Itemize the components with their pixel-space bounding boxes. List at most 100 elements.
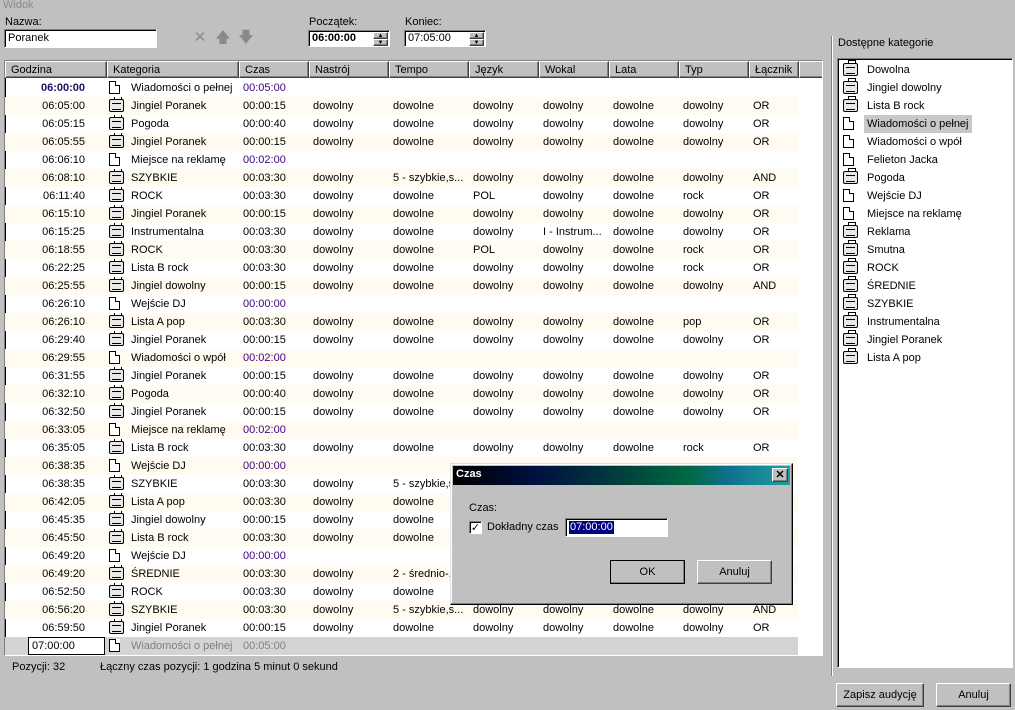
column-header-lata[interactable]: Lata [609, 61, 679, 78]
list-item-label: Miejsce na reklamę [867, 208, 962, 220]
table-row[interactable]: 06:05:55 Jingiel Poranek 00:00:15 dowolny do… [5, 133, 798, 151]
document-icon [109, 547, 125, 565]
arrow-down-icon[interactable]: 🡇 [238, 30, 254, 46]
start-time-spinner[interactable]: 06:00:00 ▲ ▼ [308, 30, 390, 47]
column-header-jezyk[interactable]: Język [469, 61, 539, 78]
table-row[interactable]: 06:31:55 Jingiel Poranek 00:00:15 dowolny do… [5, 367, 798, 385]
cell-type: rock [683, 190, 704, 202]
column-header-typ[interactable]: Typ [679, 61, 749, 78]
radio-icon [109, 565, 125, 583]
save-button[interactable]: Zapisz audycję [836, 683, 924, 707]
cell-tempo: dowolne [393, 442, 434, 454]
cell-time: 06:26:10 [42, 298, 85, 310]
cell-connector: OR [753, 136, 770, 148]
list-item-label: Jingiel Poranek [867, 334, 943, 346]
table-row[interactable]: 06:25:55 Jingiel dowolny 00:00:15 dowolny do… [5, 277, 798, 295]
cell-category: SZYBKIE [131, 172, 178, 184]
cell-tempo: dowolne [393, 388, 434, 400]
end-label: Koniec: [405, 16, 442, 28]
cell-vocal: dowolny [543, 406, 584, 418]
cell-vocal: dowolny [543, 262, 584, 274]
cell-mood: dowolny [313, 478, 354, 490]
cell-vocal: dowolny [543, 280, 584, 292]
table-row[interactable]: 06:59:50 Jingiel Poranek 00:00:15 dowolny do… [5, 619, 798, 637]
cell-time: 06:49:20 [42, 550, 85, 562]
table-row[interactable]: 06:15:25 Instrumentalna 00:03:30 dowolny dow… [5, 223, 798, 241]
cell-time: 06:15:25 [42, 226, 85, 238]
cell-mood: dowolny [313, 532, 354, 544]
arrow-up-icon[interactable]: 🡅 [215, 30, 231, 46]
cell-duration: 00:03:30 [243, 442, 286, 454]
new-row-time-input[interactable]: 07:00:00 [28, 637, 105, 655]
cell-category: Jingiel Poranek [131, 334, 207, 346]
cell-time: 06:05:00 [42, 100, 85, 112]
cell-category: Jingiel Poranek [131, 208, 207, 220]
table-row[interactable]: 06:26:10 Lista A pop 00:03:30 dowolny dowoln… [5, 313, 798, 331]
table-row[interactable]: 06:35:05 Lista B rock 00:03:30 dowolny dowol… [5, 439, 798, 457]
table-row[interactable]: 06:08:10 SZYBKIE 00:03:30 dowolny 5 - szybki… [5, 169, 798, 187]
dialog-ok-button[interactable]: OK [610, 560, 685, 584]
cell-language [473, 421, 537, 439]
table-row[interactable]: 06:22:25 Lista B rock 00:03:30 dowolny dowol… [5, 259, 798, 277]
column-header-nastroj[interactable]: Nastrój [309, 61, 389, 78]
start-spin-down-icon[interactable]: ▼ [373, 39, 388, 46]
categories-title: Dostępne kategorie [838, 37, 934, 49]
column-header-lacznik[interactable]: Łącznik [749, 61, 799, 78]
exact-time-input[interactable]: 07:00:00 [565, 518, 668, 537]
end-spin-up-icon[interactable]: ▲ [469, 32, 484, 39]
table-row[interactable]: 06:26:10 Wejście DJ 00:00:00 [5, 295, 798, 313]
cell-type [683, 349, 747, 367]
column-header-kategoria[interactable]: Kategoria [107, 61, 239, 78]
cell-time: 06:45:35 [42, 514, 85, 526]
cell-duration: 00:00:40 [243, 388, 286, 400]
start-spin-buttons: ▲ ▼ [373, 32, 388, 46]
list-item-label: Wiadomości o pełnej [864, 115, 972, 133]
cell-type: dowolny [683, 334, 724, 346]
cell-mood: dowolny [313, 406, 354, 418]
table-row[interactable]: 06:32:10 Pogoda 00:00:40 dowolny dowolne dowo… [5, 385, 798, 403]
cell-connector: OR [753, 100, 770, 112]
categories-list[interactable]: Dowolna Jingiel dowolny Lista B rock Wiadom… [837, 58, 1013, 668]
end-spin-down-icon[interactable]: ▼ [469, 39, 484, 46]
column-header-czas[interactable]: Czas [239, 61, 309, 78]
cell-category: SZYBKIE [131, 604, 178, 616]
cell-connector: OR [753, 262, 770, 274]
dialog-cancel-button[interactable]: Anuluj [697, 560, 772, 584]
table-row[interactable]: 06:18:55 ROCK 00:03:30 dowolny dowolne POL dow… [5, 241, 798, 259]
cell-category: SZYBKIE [131, 478, 178, 490]
table-row[interactable]: 06:29:40 Jingiel Poranek 00:00:15 dowolny do… [5, 331, 798, 349]
exact-time-checkbox[interactable]: ✓ [469, 521, 482, 534]
exact-time-value[interactable]: 07:00:00 [569, 521, 614, 534]
table-row[interactable]: 06:05:00 Jingiel Poranek 00:00:15 dowolny do… [5, 97, 798, 115]
column-header-wokal[interactable]: Wokal [539, 61, 609, 78]
x-icon[interactable]: ✕ [192, 30, 208, 46]
start-spin-up-icon[interactable]: ▲ [373, 32, 388, 39]
dialog-titlebar[interactable]: Czas ✕ [453, 466, 790, 485]
cell-category: Jingiel Poranek [131, 136, 207, 148]
end-time-spinner[interactable]: 07:05:00 ▲ ▼ [404, 30, 486, 47]
column-header-tempo[interactable]: Tempo [389, 61, 469, 78]
cell-category: ROCK [131, 190, 163, 202]
end-time-value[interactable]: 07:05:00 [408, 32, 451, 44]
cell-time: 06:45:50 [42, 532, 85, 544]
table-row-new[interactable]: 07:00:00 Wiadomości o pełnej 00:05:00 [5, 637, 798, 655]
cell-type: dowolny [683, 172, 724, 184]
table-row[interactable]: 06:05:15 Pogoda 00:00:40 dowolny dowolne dowo… [5, 115, 798, 133]
name-input[interactable]: Poranek [4, 29, 157, 48]
close-icon[interactable]: ✕ [772, 468, 788, 482]
cancel-button[interactable]: Anuluj [936, 683, 1011, 707]
cell-years [613, 151, 677, 169]
table-row[interactable]: 06:15:10 Jingiel Poranek 00:00:15 dowolny do… [5, 205, 798, 223]
table-row[interactable]: 06:33:05 Miejsce na reklamę 00:02:00 [5, 421, 798, 439]
cell-duration: 00:00:15 [243, 100, 286, 112]
table-row[interactable]: 06:29:55 Wiadomości o wpół 00:02:00 [5, 349, 798, 367]
exact-time-label[interactable]: Dokładny czas [487, 521, 559, 533]
table-row[interactable]: 06:11:40 ROCK 00:03:30 dowolny dowolne POL dow… [5, 187, 798, 205]
column-header-godzina[interactable]: Godzina [5, 61, 107, 78]
table-row[interactable]: 06:06:10 Miejsce na reklamę 00:02:00 [5, 151, 798, 169]
cell-mood: dowolny [313, 244, 354, 256]
cell-category: Pogoda [131, 118, 169, 130]
start-time-value[interactable]: 06:00:00 [312, 32, 356, 44]
table-row[interactable]: 06:00:00 Wiadomości o pełnej 00:05:00 [5, 79, 798, 97]
table-row[interactable]: 06:32:50 Jingiel Poranek 00:00:15 dowolny do… [5, 403, 798, 421]
